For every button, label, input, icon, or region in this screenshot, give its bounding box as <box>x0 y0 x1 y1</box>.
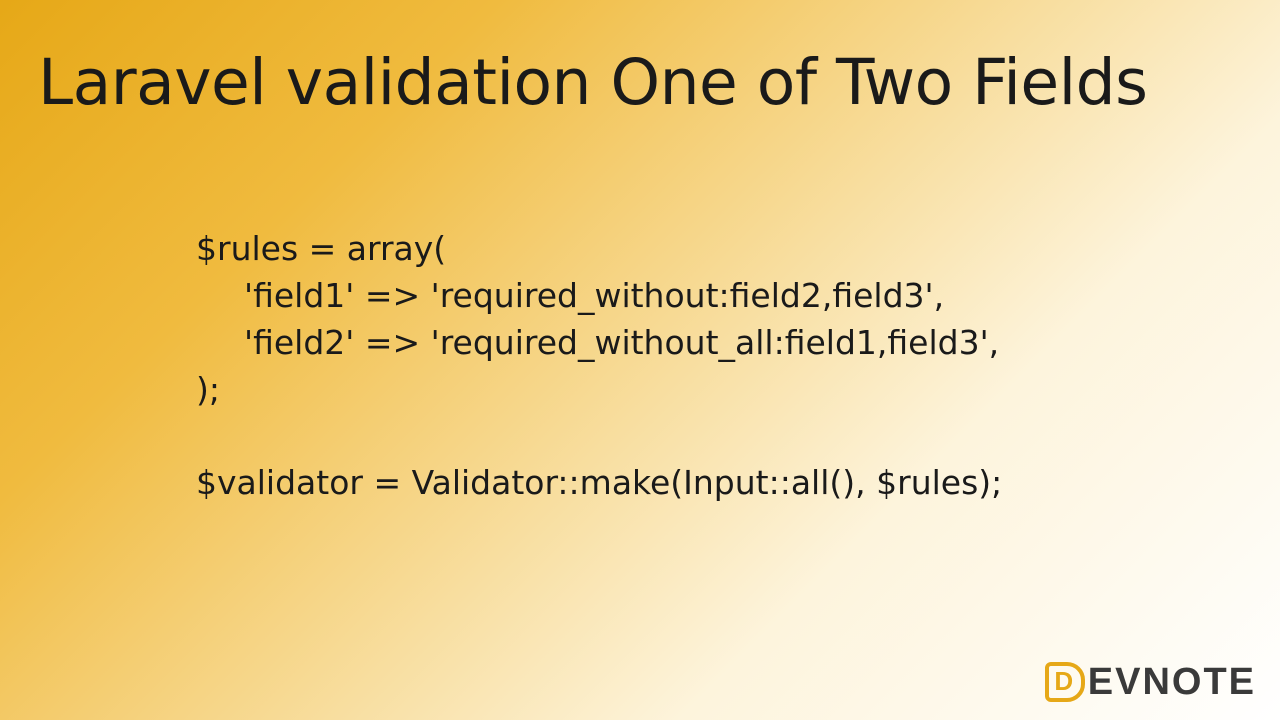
logo-text: EVNOTE <box>1088 661 1256 704</box>
logo-d-icon: D <box>1045 662 1085 702</box>
code-line-1: $rules = array( <box>196 226 1002 273</box>
code-line-4: ); <box>196 367 1002 414</box>
code-line-3: 'field2' => 'required_without_all:field1… <box>196 320 1002 367</box>
code-blank-line <box>196 413 1002 460</box>
code-snippet: $rules = array( 'field1' => 'required_wi… <box>196 226 1002 507</box>
code-line-2: 'field1' => 'required_without:field2,fie… <box>196 273 1002 320</box>
code-line-5: $validator = Validator::make(Input::all(… <box>196 460 1002 507</box>
page-title: Laravel validation One of Two Fields <box>0 0 1280 119</box>
brand-logo: DEVNOTE <box>1045 661 1256 704</box>
